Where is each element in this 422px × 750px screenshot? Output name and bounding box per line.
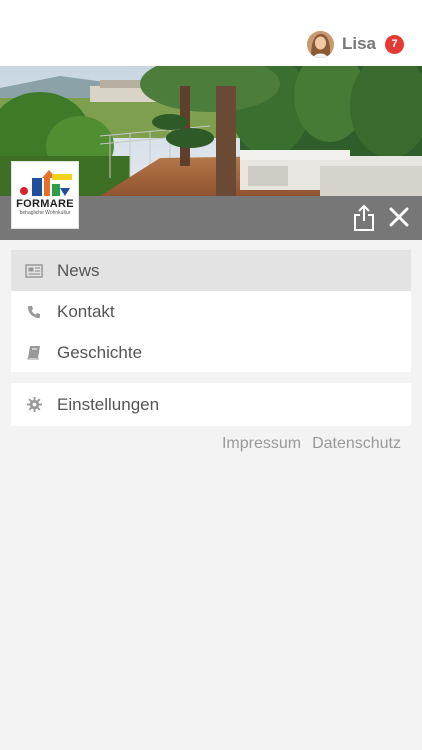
menu-item-news[interactable]: News (11, 250, 411, 291)
company-logo: FORMARE behagliche Wohnkultur (11, 161, 79, 229)
menu-label: Geschichte (57, 342, 143, 362)
menu-item-geschichte[interactable]: Geschichte (11, 332, 411, 373)
user-profile[interactable]: Lisa 7 (306, 29, 404, 59)
notification-badge[interactable]: 7 (385, 34, 404, 54)
menu-label: Einstellungen (57, 394, 160, 414)
menu-item-kontakt[interactable]: Kontakt (11, 291, 411, 332)
gear-icon (25, 396, 43, 414)
user-name[interactable]: Lisa (342, 34, 376, 54)
impressum-link[interactable]: Impressum (222, 435, 301, 453)
share-button[interactable] (352, 204, 376, 232)
close-button[interactable] (389, 207, 409, 227)
newspaper-icon (25, 262, 43, 280)
datenschutz-link[interactable]: Datenschutz (312, 435, 401, 453)
secondary-menu: Einstellungen (11, 383, 411, 426)
phone-icon (25, 303, 43, 321)
footer-links: Impressum Datenschutz (222, 435, 401, 453)
menu-label: Kontakt (57, 301, 115, 321)
logo-tagline: behagliche Wohnkultur (19, 210, 71, 216)
logo-mark (20, 170, 72, 196)
primary-menu: News Kontakt Geschichte (11, 250, 411, 372)
share-icon (354, 204, 374, 231)
menu-item-einstellungen[interactable]: Einstellungen (11, 383, 411, 426)
book-icon (25, 344, 43, 362)
logo-name: FORMARE (16, 198, 74, 210)
close-icon (389, 207, 409, 227)
menu-label: News (57, 260, 100, 280)
avatar[interactable] (306, 30, 334, 58)
top-bar: Lisa 7 (0, 0, 422, 66)
